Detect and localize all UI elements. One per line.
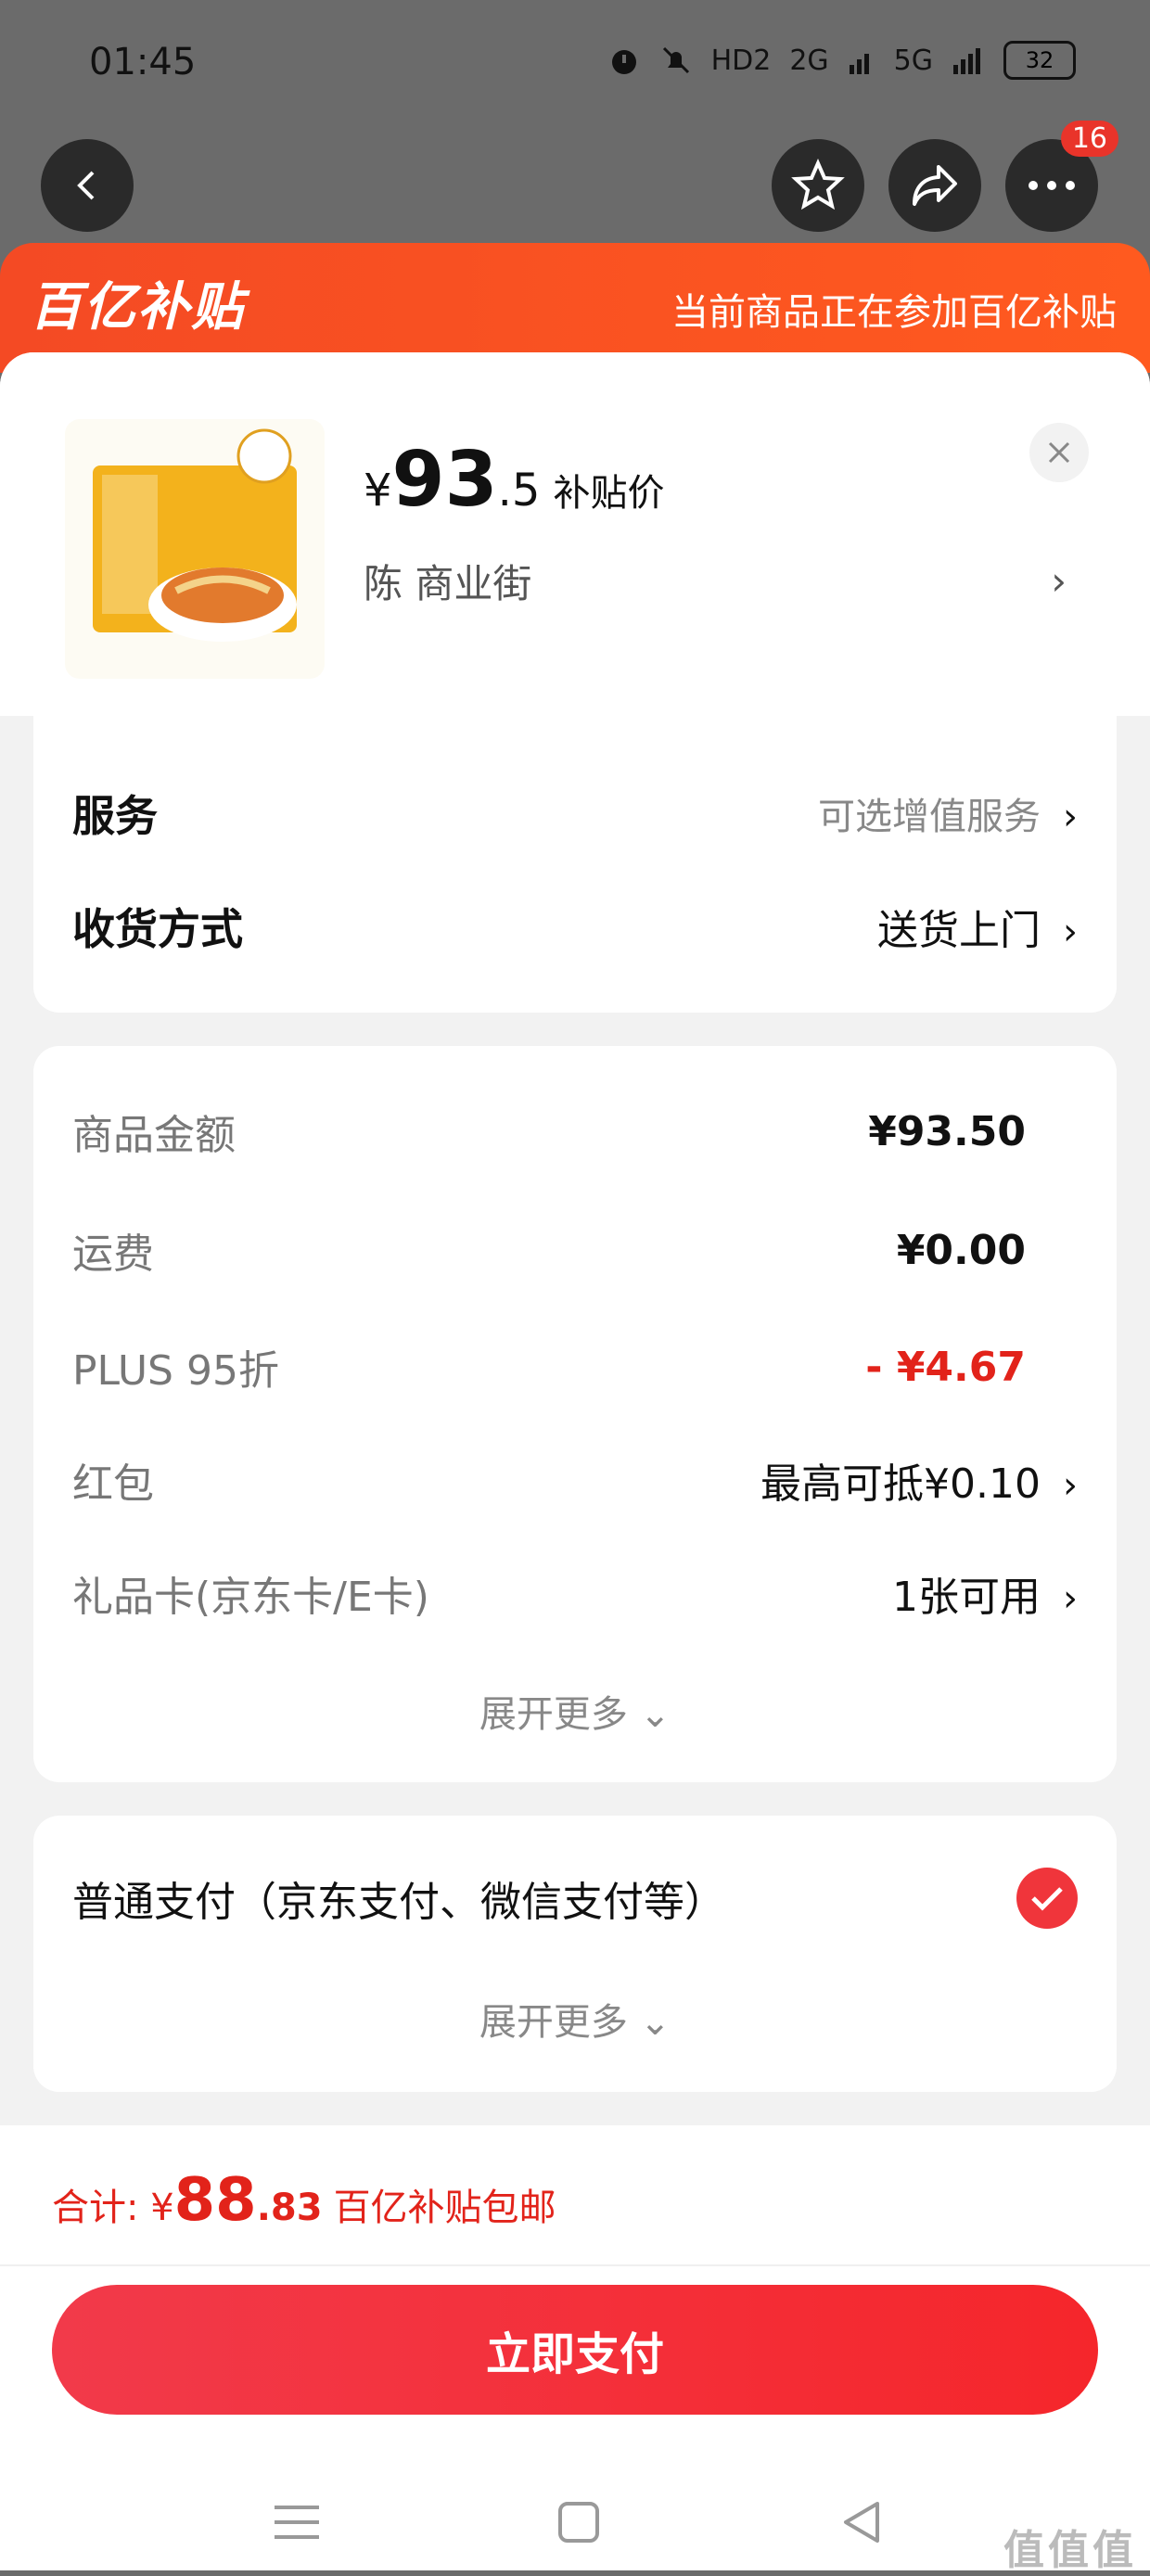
goods-amount-value: ¥93.50: [868, 1107, 1026, 1155]
shop-name[interactable]: 陈 商业街: [364, 553, 531, 609]
chevron-right-icon: ›: [1063, 911, 1078, 953]
service-value: 可选增值服务: [818, 796, 1041, 838]
more-icon: [1029, 181, 1075, 190]
options-card: 服务 可选增值服务 › 收货方式 送货上门 ›: [33, 716, 1117, 1013]
system-navbar: 值值值: [0, 2470, 1150, 2574]
product-price: ¥93.5 补贴价: [364, 436, 664, 524]
total-note: 百亿补贴包邮: [333, 2187, 556, 2229]
star-icon: [791, 159, 845, 210]
service-row[interactable]: 服务 可选增值服务 ›: [72, 783, 1078, 844]
price-decimal: .5: [497, 465, 541, 516]
share-button[interactable]: [888, 139, 981, 232]
total-integer: 88: [173, 2166, 257, 2235]
signal-icon: [849, 54, 869, 74]
chevron-right-icon: ›: [1063, 1464, 1078, 1507]
home-icon[interactable]: [551, 2496, 607, 2548]
back-triangle-icon[interactable]: [835, 2496, 890, 2548]
expand-more-link[interactable]: 展开更多 ⌄: [33, 1684, 1117, 1738]
message-badge: 16: [1060, 121, 1118, 157]
red-packet-value: 最高可抵¥0.10: [760, 1460, 1041, 1508]
service-label: 服务: [72, 791, 158, 841]
chevron-right-icon[interactable]: ›: [1051, 558, 1067, 604]
2g-label: 2G: [789, 44, 829, 77]
shipping-value: ¥0.00: [896, 1226, 1026, 1274]
menu-icon[interactable]: [269, 2496, 325, 2548]
5g-label: 5G: [893, 44, 933, 77]
product-header: ¥93.5 补贴价 陈 商业街 ›: [0, 352, 1150, 716]
total-amount: 合计: ¥88.83 百亿补贴包邮: [52, 2166, 556, 2235]
gift-card-value: 1张可用: [892, 1574, 1041, 1621]
battery-icon: 32: [1003, 41, 1076, 80]
watermark: 值值值: [1003, 2527, 1137, 2574]
payment-method-row[interactable]: 普通支付（京东支付、微信支付等）: [72, 1868, 1078, 1929]
price-symbol: ¥: [364, 465, 392, 516]
goods-amount-row: 商品金额 ¥93.50: [72, 1102, 1078, 1161]
price-integer: 93: [391, 436, 498, 524]
shipping-row: 运费 ¥0.00: [72, 1220, 1078, 1280]
chevron-left-icon: [77, 171, 95, 200]
payment-method-label: 普通支付（京东支付、微信支付等）: [72, 1879, 725, 1926]
chevron-right-icon: ›: [1063, 796, 1078, 838]
status-icons: HD2 2G 5G 32: [607, 41, 1076, 80]
total-prefix: 合计: ¥: [52, 2187, 174, 2229]
delivery-label: 收货方式: [72, 904, 243, 954]
alarm-icon: [611, 50, 636, 74]
close-icon: [1048, 441, 1070, 464]
mute-icon: [662, 46, 689, 74]
favorite-button[interactable]: [772, 139, 864, 232]
goods-amount-label: 商品金额: [72, 1112, 236, 1159]
footer-divider: [0, 2264, 1150, 2266]
noodle-box-image: [93, 428, 297, 642]
plus-discount-row: PLUS 95折 - ¥4.67: [72, 1337, 1078, 1396]
gift-card-label: 礼品卡(京东卡/E卡): [72, 1574, 429, 1621]
pay-now-button[interactable]: 立即支付: [52, 2285, 1098, 2415]
back-button[interactable]: [41, 139, 134, 232]
share-icon: [913, 165, 957, 206]
red-packet-label: 红包: [72, 1460, 154, 1508]
plus-discount-label: PLUS 95折: [72, 1347, 279, 1395]
signal-icon-2: [953, 48, 980, 74]
subsidy-banner-text: 当前商品正在参加百亿补贴: [671, 291, 1117, 334]
price-tag: 补贴价: [553, 472, 665, 515]
chevron-right-icon: ›: [1063, 1577, 1078, 1620]
delivery-row[interactable]: 收货方式 送货上门 ›: [72, 896, 1078, 957]
price-summary-card: 商品金额 ¥93.50 运费 ¥0.00 PLUS 95折 - ¥4.67 红包…: [33, 1046, 1117, 1782]
more-button[interactable]: 16: [1005, 121, 1118, 232]
delivery-value: 送货上门: [877, 907, 1041, 954]
status-bar: 01:45 HD2 2G 5G 32: [0, 0, 1150, 139]
selected-check-icon[interactable]: [1016, 1868, 1078, 1929]
hd-label: HD2: [710, 44, 772, 77]
red-packet-row[interactable]: 红包 最高可抵¥0.10 ›: [72, 1450, 1078, 1510]
subsidy-logo: 百亿补贴: [30, 277, 245, 338]
product-image: [65, 419, 325, 679]
gift-card-row[interactable]: 礼品卡(京东卡/E卡) 1张可用 ›: [72, 1563, 1078, 1623]
payment-expand-more-link[interactable]: 展开更多 ⌄: [33, 1992, 1117, 2046]
checkout-footer: 合计: ¥88.83 百亿补贴包邮 立即支付 值值值: [0, 2125, 1150, 2574]
total-decimal: .83: [256, 2187, 323, 2229]
payment-card: 普通支付（京东支付、微信支付等） 展开更多 ⌄: [33, 1816, 1117, 2092]
shipping-label: 运费: [72, 1231, 154, 1278]
status-time: 01:45: [89, 41, 197, 83]
plus-discount-value: - ¥4.67: [865, 1343, 1026, 1391]
close-button[interactable]: [1029, 423, 1089, 482]
